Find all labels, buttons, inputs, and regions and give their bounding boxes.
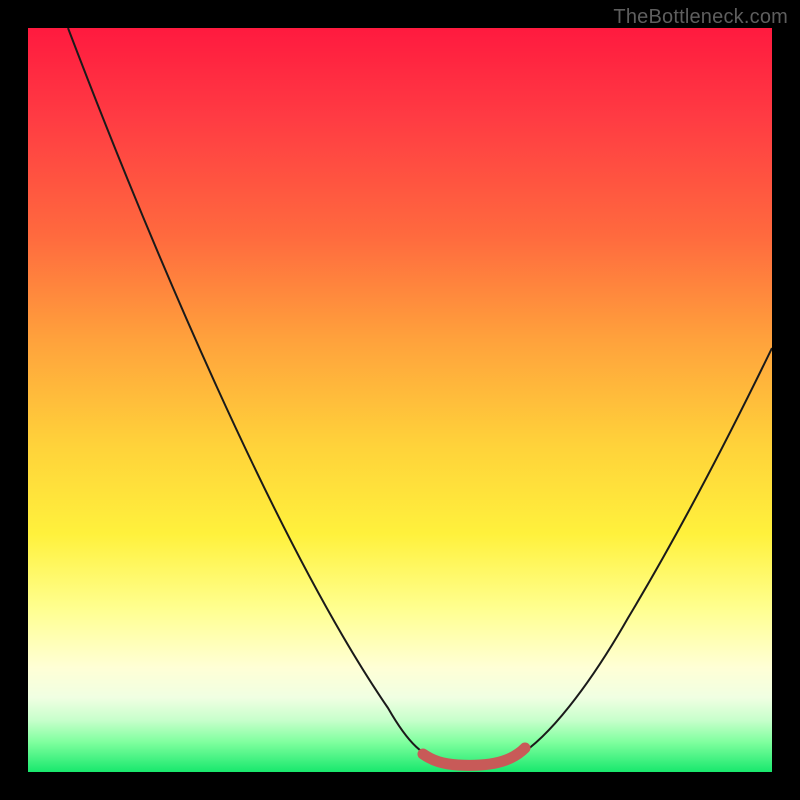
bottleneck-curve-path xyxy=(68,28,772,765)
optimal-range-marker xyxy=(423,748,525,765)
watermark-text: TheBottleneck.com xyxy=(613,6,788,29)
chart-plot-area xyxy=(28,28,772,772)
bottleneck-curve-svg xyxy=(28,28,772,772)
